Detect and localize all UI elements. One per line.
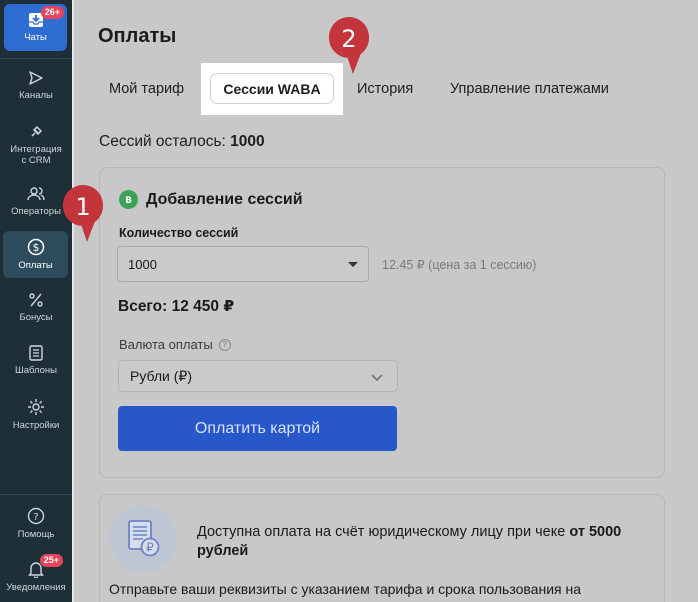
sidebar-divider <box>0 58 72 59</box>
step-marker-2-number: 2 <box>341 25 356 53</box>
sidebar-item-label: Настройки <box>12 420 60 431</box>
whatsapp-business-icon: B <box>119 190 138 209</box>
tab-history[interactable]: История <box>357 81 413 97</box>
sidebar-divider <box>0 494 72 495</box>
invoice-text-main: Доступна оплата на счёт юридическому лиц… <box>197 524 566 540</box>
document-icon <box>29 345 43 361</box>
sidebar-item-label: с CRM <box>21 155 51 166</box>
question-icon[interactable]: ? <box>218 338 231 351</box>
invoice-footer-text: Отправьте ваши реквизиты с указанием тар… <box>109 581 582 597</box>
svg-text:$: $ <box>32 241 39 254</box>
plug-icon <box>31 125 43 137</box>
step-marker-2: 2 <box>328 17 369 74</box>
currency-label: Валюта оплаты ? <box>119 337 231 352</box>
sidebar-item-label: Чаты <box>24 32 47 43</box>
notifications-badge: 25+ <box>39 554 63 567</box>
quantity-label: Количество сессий <box>119 226 239 240</box>
sidebar-item-label: Операторы <box>11 206 61 217</box>
sidebar-item-label: Оплаты <box>18 260 53 271</box>
svg-text:₽: ₽ <box>146 541 154 555</box>
sidebar-item-crm[interactable]: Интеграция с CRM <box>0 124 72 166</box>
add-sessions-title: B Добавление сессий <box>119 190 303 209</box>
currency-label-text: Валюта оплаты <box>119 337 213 352</box>
sidebar-item-label: Уведомления <box>6 582 66 593</box>
quantity-select[interactable]: 1000 <box>117 246 369 282</box>
sidebar-item-label: Каналы <box>19 90 53 101</box>
caret-down-icon <box>348 262 358 267</box>
sidebar-item-templates[interactable]: Шаблоны <box>0 345 72 376</box>
tab-my-plan[interactable]: Мой тариф <box>109 81 184 97</box>
sidebar-item-label: Помощь <box>17 529 55 540</box>
help-icon: ? <box>27 507 45 525</box>
chevron-down-icon <box>371 374 383 382</box>
svg-text:?: ? <box>33 512 38 523</box>
sidebar-edge <box>72 0 74 602</box>
page-title: Оплаты <box>98 25 177 47</box>
sidebar-item-notifications[interactable]: Уведомления 25+ <box>0 554 72 593</box>
sessions-remaining-value: 1000 <box>230 133 265 150</box>
sidebar-item-settings[interactable]: Настройки <box>0 398 72 431</box>
percent-icon <box>29 293 43 307</box>
add-sessions-title-text: Добавление сессий <box>146 190 303 208</box>
send-icon <box>29 71 43 85</box>
chats-unread-badge: 26+ <box>40 6 64 19</box>
sessions-remaining: Сессий осталось: 1000 <box>99 133 265 151</box>
sidebar-item-label: Шаблоны <box>14 365 57 376</box>
add-sessions-card: B Добавление сессий Количество сессий 10… <box>99 167 665 478</box>
currency-select-value: Рубли (₽) <box>130 367 192 384</box>
step-marker-1: 1 <box>62 185 103 242</box>
quantity-select-value: 1000 <box>128 256 157 272</box>
sidebar-item-bonuses[interactable]: Бонусы <box>0 292 72 323</box>
invoice-info-text: Доступна оплата на счёт юридическому лиц… <box>197 523 627 561</box>
sessions-remaining-label: Сессий осталось: <box>99 133 226 150</box>
invoice-card: ₽ Доступна оплата на счёт юридическому л… <box>99 494 665 602</box>
users-icon <box>27 187 45 201</box>
tab-waba-sessions[interactable]: Сессии WABA <box>210 73 334 104</box>
gear-icon <box>28 399 44 415</box>
invoice-document-icon: ₽ <box>109 505 177 573</box>
invoice-text-from: от <box>569 524 585 540</box>
sidebar-item-label: Бонусы <box>19 312 53 323</box>
sidebar-item-help[interactable]: ? Помощь <box>0 507 72 540</box>
step-marker-1-number: 1 <box>75 193 90 221</box>
sidebar: Чаты 26+ Каналы Интеграция с CRM Операто… <box>0 0 72 602</box>
pay-by-card-button[interactable]: Оплатить картой <box>118 406 397 451</box>
sidebar-item-channels[interactable]: Каналы <box>0 70 72 101</box>
tab-payment-management[interactable]: Управление платежами <box>450 81 609 97</box>
total-amount: Всего: 12 450 ₽ <box>118 298 235 315</box>
sidebar-item-chats[interactable]: Чаты 26+ <box>4 4 67 51</box>
dollar-circle-icon: $ <box>27 238 44 256</box>
svg-text:B: B <box>125 196 132 205</box>
sidebar-item-label: Интеграция <box>10 144 62 155</box>
price-per-session: 12.45 ₽ (цена за 1 сессию) <box>382 258 537 272</box>
currency-select[interactable]: Рубли (₽) <box>118 360 398 392</box>
